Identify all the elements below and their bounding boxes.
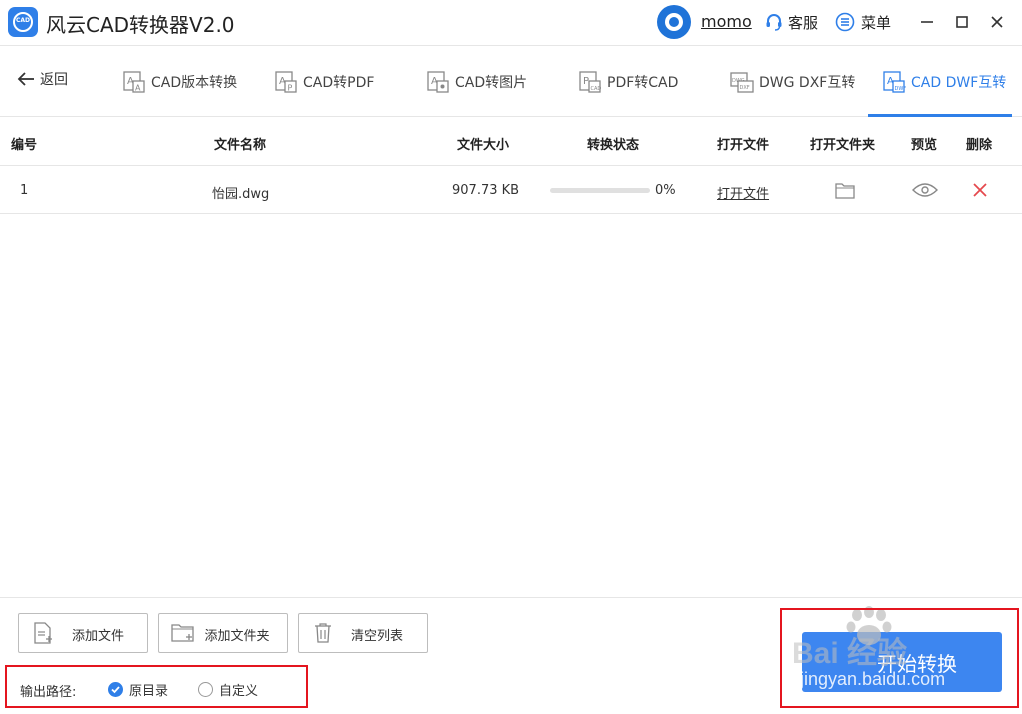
tab-label: CAD版本转换 [151,75,238,91]
add-folder-button[interactable]: 添加文件夹 [158,613,288,653]
headset-icon [766,14,782,31]
minimize-button[interactable] [916,11,938,33]
menu-button[interactable]: 菜单 [835,10,891,34]
open-file-link[interactable]: 打开文件 [717,183,769,202]
cad-to-pdf-icon: A P [275,71,297,93]
close-icon [991,16,1003,28]
svg-text:A: A [135,84,141,93]
tab-cad-version[interactable]: A A CAD版本转换 [122,47,237,117]
dwg-dxf-icon: DWG DXF [730,72,754,93]
svg-text:P: P [288,84,293,93]
conversion-progress-bar [550,188,650,193]
tab-dwg-dxf[interactable]: DWG DXF DWG DXF互转 [730,47,855,117]
open-folder-icon[interactable] [835,181,855,199]
add-folder-label: 添加文件夹 [204,629,270,644]
delete-x-icon[interactable] [973,183,987,197]
app-logo-text: CAD [15,17,31,24]
menu-icon [835,12,855,32]
add-file-label: 添加文件 [71,629,124,644]
user-avatar[interactable] [657,5,691,39]
cad-version-icon: A A [123,71,145,93]
svg-text:CAD: CAD [591,86,602,92]
tab-label: CAD转图片 [455,75,528,91]
tab-label: CAD转PDF [303,75,375,91]
customer-service-button[interactable]: 客服 [764,10,818,34]
file-table-header: 编号 文件名称 文件大小 转换状态 打开文件 打开文件夹 预览 删除 [0,118,1022,166]
back-label: 返回 [40,72,68,88]
add-file-button[interactable]: 添加文件 [18,613,148,653]
header-open-folder: 打开文件夹 [810,138,876,153]
cad-to-image-icon: A [427,71,449,93]
title-bar: CAD 风云CAD转换器V2.0 momo 客服 菜单 [0,0,1022,46]
app-title: 风云CAD转换器V2.0 [46,13,235,37]
menu-label: 菜单 [861,13,892,32]
header-open-file: 打开文件 [717,138,770,153]
tab-label: PDF转CAD [607,75,679,91]
svg-text:DWF: DWF [895,86,907,92]
username-link[interactable]: momo [701,12,752,31]
tab-pdf-to-cad[interactable]: P CAD PDF转CAD [578,47,678,117]
active-tab-indicator [868,114,1012,117]
header-file-size: 文件大小 [457,138,510,153]
header-index: 编号 [11,138,38,153]
tab-label: CAD DWF互转 [911,75,1007,91]
svg-text:P: P [583,76,589,87]
arrow-left-icon [17,72,34,86]
service-label: 客服 [788,13,819,32]
highlight-output-path [5,665,308,708]
header-status: 转换状态 [587,138,640,153]
cad-dwf-icon: A DWF [883,71,907,93]
row-progress-text: 0% [655,183,676,198]
back-button[interactable]: 返回 [16,69,68,89]
row-index: 1 [20,183,29,198]
pdf-to-cad-icon: P CAD [579,71,602,93]
header-file-name: 文件名称 [214,138,267,153]
row-file-size: 907.73 KB [452,183,520,198]
row-file-name: 怡园.dwg [212,187,270,202]
header-preview: 预览 [911,138,938,153]
preview-eye-icon[interactable] [912,182,938,198]
tab-label: DWG DXF互转 [759,75,856,91]
svg-text:DXF: DXF [740,85,750,91]
app-logo-icon: CAD [8,7,38,37]
highlight-start-button [780,608,1019,708]
header-delete: 删除 [966,138,993,153]
clear-list-button[interactable]: 清空列表 [298,613,428,653]
tab-cad-dwf[interactable]: A DWF CAD DWF互转 [882,47,1006,117]
tab-cad-to-image[interactable]: A CAD转图片 [426,47,527,117]
maximize-icon [956,16,968,28]
bottom-divider [0,597,1022,598]
close-button[interactable] [986,11,1008,33]
tab-bar: 返回 A A CAD版本转换 A P CAD转PDF A CAD转图片 P CA… [0,47,1022,117]
minimize-icon [921,21,933,23]
maximize-button[interactable] [951,11,973,33]
clear-list-label: 清空列表 [350,629,403,644]
table-row: 1 怡园.dwg 907.73 KB 0% 打开文件 [0,166,1022,214]
tab-cad-to-pdf[interactable]: A P CAD转PDF [274,47,374,117]
